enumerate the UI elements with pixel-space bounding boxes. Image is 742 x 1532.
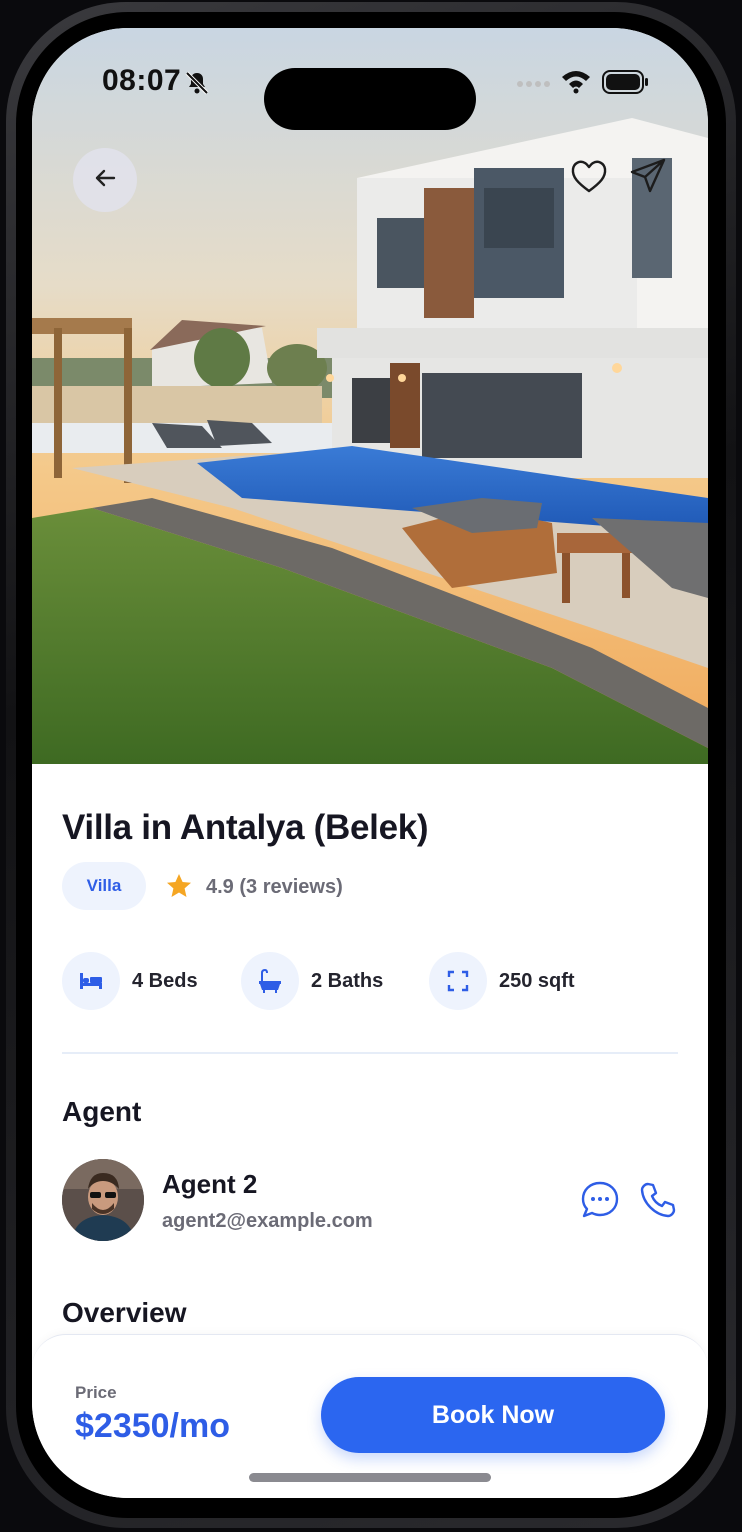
- arrow-left-icon: [92, 165, 118, 196]
- agent-name: Agent 2: [162, 1169, 258, 1199]
- feature-beds: 4 Beds: [62, 952, 198, 1010]
- booking-bar: Price $2350/mo Book Now: [32, 1334, 708, 1498]
- favorite-button[interactable]: [567, 156, 611, 200]
- cellular-signal-icon: [516, 76, 550, 94]
- phone-icon: [639, 1181, 677, 1224]
- price-label: Price: [75, 1383, 117, 1402]
- chat-button[interactable]: [578, 1180, 622, 1224]
- status-time: 08:07: [102, 64, 182, 97]
- app-screen: 08:07 Villa in Antalya (Belek) Villa 4.9…: [32, 28, 708, 1498]
- feature-baths: 2 Baths: [241, 952, 383, 1010]
- back-button[interactable]: [73, 148, 137, 212]
- agent-avatar[interactable]: [62, 1159, 144, 1241]
- status-bar: 08:07: [32, 64, 708, 130]
- battery-icon: [602, 70, 650, 99]
- phone-bezel: 08:07 Villa in Antalya (Belek) Villa 4.9…: [16, 12, 726, 1518]
- bathtub-icon: [241, 952, 299, 1010]
- heart-icon: [570, 158, 608, 199]
- wifi-icon: [560, 68, 592, 99]
- divider: [62, 1052, 678, 1054]
- property-type-badge: Villa: [62, 862, 146, 910]
- agent-heading: Agent: [62, 1096, 142, 1127]
- overview-heading: Overview: [62, 1297, 187, 1328]
- call-button[interactable]: [636, 1180, 680, 1224]
- feature-label: 4 Beds: [132, 969, 198, 992]
- agent-email: agent2@example.com: [162, 1210, 373, 1232]
- feature-label: 250 sqft: [499, 969, 575, 992]
- dynamic-island: [264, 68, 476, 130]
- feature-label: 2 Baths: [311, 969, 384, 992]
- rating-text: 4.9 (3 reviews): [206, 876, 343, 898]
- price-value: $2350/mo: [75, 1407, 230, 1445]
- chat-icon: [580, 1180, 620, 1225]
- expand-icon: [429, 952, 487, 1010]
- home-indicator[interactable]: [249, 1473, 491, 1482]
- bell-slash-icon: [184, 70, 210, 101]
- book-now-button[interactable]: Book Now: [321, 1377, 665, 1453]
- phone-frame: 08:07 Villa in Antalya (Belek) Villa 4.9…: [6, 2, 736, 1528]
- send-icon: [629, 157, 667, 200]
- share-button[interactable]: [626, 156, 670, 200]
- feature-area: 250 sqft: [429, 952, 575, 1010]
- hero-image: [32, 28, 708, 764]
- bed-icon: [62, 952, 120, 1010]
- listing-title: Villa in Antalya (Belek): [62, 808, 429, 847]
- star-icon: [165, 872, 193, 905]
